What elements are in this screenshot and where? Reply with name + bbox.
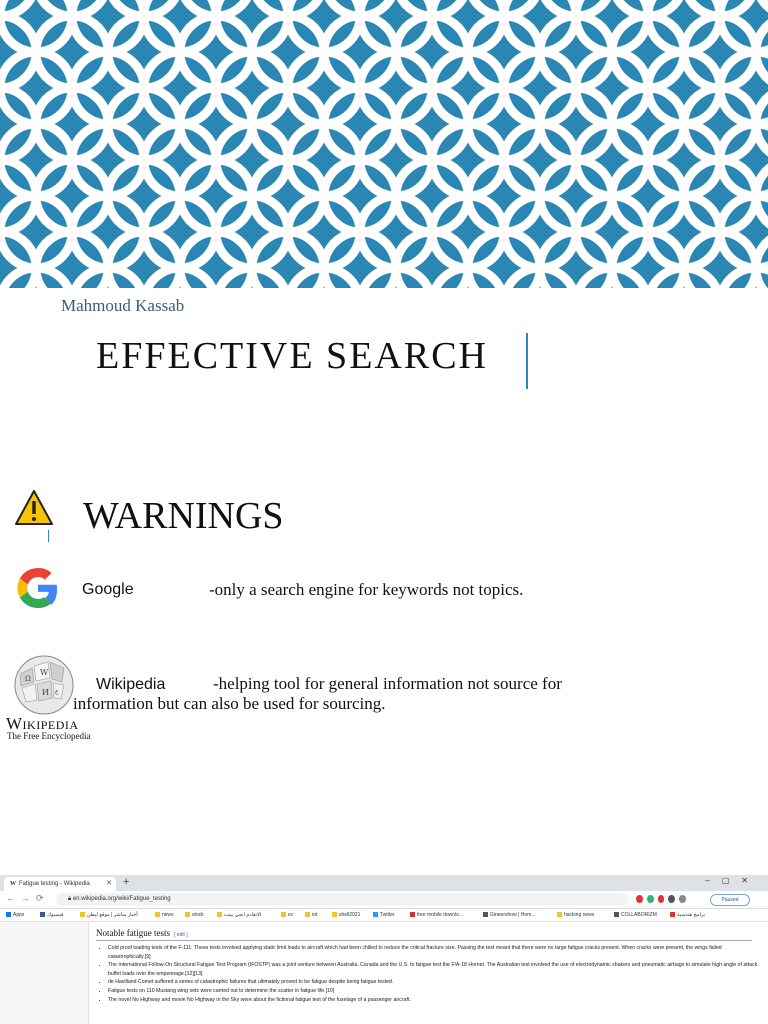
- warnings-heading: WARNINGS: [83, 495, 284, 537]
- google-description: -only a search engine for keywords not t…: [209, 580, 524, 599]
- bookmark-item[interactable]: free mobile downlo...: [410, 912, 463, 918]
- browser-toolbar: ←→⟳ 🔒︎ en.wikipedia.org/wiki/Fatigue_tes…: [0, 891, 768, 909]
- list-item: de Havilland Comet suffered a series of …: [108, 978, 758, 987]
- bookmark-item[interactable]: news: [155, 912, 174, 918]
- window-controls[interactable]: –▢✕: [705, 876, 760, 885]
- url-text: en.wikipedia.org/wiki/Fatigue_testing: [72, 896, 171, 902]
- wikipedia-description-line1: -helping tool for general information no…: [213, 674, 562, 693]
- bookmark-item[interactable]: برامج هندسية: [670, 912, 705, 918]
- tab-title: Fatigue testing - Wikipedia: [19, 881, 90, 887]
- close-tab-icon[interactable]: ✕: [106, 877, 112, 891]
- google-logo-icon: [17, 568, 57, 608]
- section-heading-text: Notable fatigue tests: [96, 928, 170, 938]
- banner-pattern: [0, 0, 768, 288]
- nav-buttons[interactable]: ←→⟳: [6, 893, 50, 904]
- svg-text:W: W: [40, 668, 49, 677]
- svg-text:И: И: [42, 688, 49, 697]
- wikipedia-favicon-icon: W: [10, 881, 16, 887]
- bookmark-item[interactable]: stock: [185, 912, 204, 918]
- section-heading: Notable fatigue tests [ edit ]: [96, 928, 188, 938]
- bookmark-item[interactable]: Apps: [6, 912, 24, 918]
- wikipedia-globe-icon: Ω W И ع: [14, 655, 74, 715]
- edit-link[interactable]: [ edit ]: [174, 932, 188, 938]
- bookmark-item[interactable]: hacking news: [557, 912, 594, 918]
- list-item: The novel No Highway and movie No Highwa…: [108, 996, 758, 1005]
- wiki-page-content: Notable fatigue tests [ edit ] Cold proof…: [0, 922, 768, 1024]
- warning-accent-mark: [48, 530, 49, 542]
- warning-icon: [15, 490, 53, 525]
- browser-screenshot: W Fatigue testing - Wikipedia ✕ + –▢✕ ←→⟳…: [0, 875, 768, 1024]
- profile-paused-button[interactable]: Paused: [710, 894, 750, 906]
- google-label: Google: [82, 581, 134, 598]
- wiki-sidebar: [0, 922, 89, 1024]
- list-item: Fatigue tests on 110 Mustang wing sets w…: [108, 987, 758, 996]
- bookmark-item[interactable]: فيسبوك: [40, 912, 64, 918]
- bookmark-item[interactable]: أخبار مباشر | موقع لبطن: [80, 912, 138, 918]
- bookmark-item[interactable]: shell2021: [332, 912, 360, 918]
- bookmark-item[interactable]: الاتقادم ابجي بيتت: [217, 912, 261, 918]
- browser-tab-bar: W Fatigue testing - Wikipedia ✕ + –▢✕: [0, 875, 768, 891]
- new-tab-icon[interactable]: +: [123, 876, 129, 888]
- svg-text:Ω: Ω: [25, 675, 31, 683]
- bookmark-item[interactable]: ec: [281, 912, 293, 918]
- list-item: Cold proof loading tests of the F-111: T…: [108, 944, 758, 961]
- wikipedia-description-line2: information but can also be used for sou…: [73, 694, 386, 713]
- address-bar[interactable]: 🔒︎ en.wikipedia.org/wiki/Fatigue_testing: [56, 893, 628, 906]
- bookmark-item[interactable]: Twitter: [373, 912, 395, 918]
- svg-text:ع: ع: [55, 688, 59, 695]
- browser-tab[interactable]: W Fatigue testing - Wikipedia ✕: [4, 877, 116, 891]
- wikipedia-tagline: The Free Encyclopedia: [7, 731, 91, 741]
- bookmark-item[interactable]: COLLABORIZM: [614, 912, 657, 918]
- page-title: EFFECTIVE SEARCH: [96, 335, 488, 377]
- fatigue-test-list: Cold proof loading tests of the F-111: T…: [100, 944, 758, 1004]
- extension-icons[interactable]: [636, 895, 686, 904]
- title-accent-bar: [526, 333, 528, 389]
- bookmark-item[interactable]: Gineershow | Hom...: [483, 912, 535, 918]
- bookmarks-bar: Apps فيسبوك أخبار مباشر | موقع لبطن news…: [0, 909, 768, 922]
- author-name: Mahmoud Kassab: [61, 296, 185, 315]
- wikipedia-label: Wikipedia: [96, 676, 166, 693]
- list-item: The International Follow-On Structural F…: [108, 961, 758, 978]
- bookmark-item[interactable]: iot: [305, 912, 317, 918]
- heading-divider: [96, 940, 752, 941]
